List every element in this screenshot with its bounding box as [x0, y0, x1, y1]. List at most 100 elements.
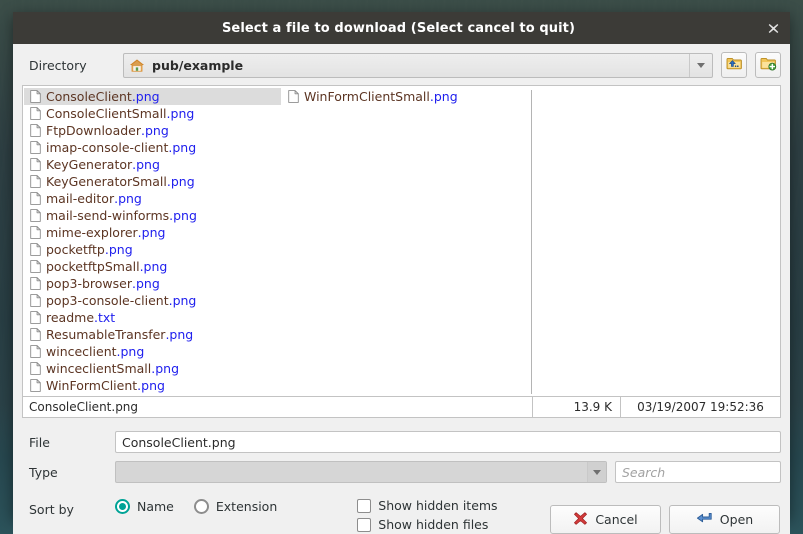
file-icon — [30, 379, 41, 392]
file-list-item[interactable]: pocketftpSmall.png — [24, 258, 281, 275]
file-icon — [30, 107, 41, 120]
dialog-button-group: Cancel Open — [550, 494, 781, 534]
new-folder-button[interactable] — [755, 52, 781, 78]
file-name: pop3-browser — [46, 276, 132, 291]
file-icon — [30, 209, 41, 222]
file-name: WinFormClientSmall — [304, 89, 430, 104]
cancel-button[interactable]: Cancel — [550, 505, 661, 534]
chevron-down-icon — [697, 63, 705, 68]
type-combobox[interactable] — [115, 461, 607, 483]
file-list-item[interactable]: pop3-browser.png — [24, 275, 281, 292]
checkbox-indicator — [357, 499, 371, 513]
directory-label: Directory — [22, 58, 115, 73]
file-icon — [288, 90, 299, 103]
directory-dropdown-button[interactable] — [689, 54, 712, 77]
file-extension: .png — [167, 106, 195, 121]
file-list-item[interactable]: mime-explorer.png — [24, 224, 281, 241]
file-icon — [30, 192, 41, 205]
file-extension: .png — [167, 174, 195, 189]
open-button-label: Open — [720, 512, 753, 527]
status-strip: ConsoleClient.png 13.9 K 03/19/2007 19:5… — [22, 396, 781, 418]
file-list-item[interactable]: readme.txt — [24, 309, 281, 326]
file-list-item[interactable]: pop3-console-client.png — [24, 292, 281, 309]
file-list-column-1: ConsoleClient.pngConsoleClientSmall.pngF… — [23, 88, 281, 396]
file-extension: .png — [430, 89, 458, 104]
status-filesize: 13.9 K — [533, 396, 621, 418]
file-name: pocketftp — [46, 242, 105, 257]
enter-arrow-icon — [696, 511, 713, 529]
file-list-item[interactable]: KeyGeneratorSmall.png — [24, 173, 281, 190]
file-list-item[interactable]: winceclientSmall.png — [24, 360, 281, 377]
column-separator — [531, 90, 532, 394]
file-row: File ConsoleClient.png — [13, 418, 790, 457]
open-button[interactable]: Open — [669, 505, 780, 534]
dialog-title: Select a file to download (Select cancel… — [13, 21, 756, 36]
file-name: mime-explorer — [46, 225, 138, 240]
sort-radio-name[interactable]: Name — [115, 499, 174, 514]
file-icon — [30, 328, 41, 341]
directory-combobox[interactable]: pub/example — [123, 53, 713, 78]
file-icon — [30, 158, 41, 171]
close-button[interactable] — [756, 12, 790, 44]
sort-radio-group: Name Extension — [115, 494, 277, 514]
file-name: KeyGeneratorSmall — [46, 174, 167, 189]
checkbox-show-hidden-files[interactable]: Show hidden files — [357, 515, 497, 534]
file-icon — [30, 243, 41, 256]
status-modified-date: 03/19/2007 19:52:36 — [621, 396, 781, 418]
file-name: ResumableTransfer — [46, 327, 165, 342]
folder-new-icon — [760, 56, 777, 74]
file-list-item[interactable]: WinFormClient.png — [24, 377, 281, 394]
close-icon — [767, 22, 780, 35]
file-extension: .png — [137, 378, 165, 393]
search-placeholder: Search — [622, 465, 665, 480]
file-icon — [30, 124, 41, 137]
sort-radio-extension[interactable]: Extension — [194, 499, 277, 514]
file-icon — [30, 294, 41, 307]
checkbox-label: Show hidden files — [378, 517, 488, 532]
file-extension: .png — [114, 191, 142, 206]
file-extension: .txt — [94, 310, 115, 325]
file-list-item[interactable]: ConsoleClient.png — [24, 88, 281, 105]
file-name: winceclient — [46, 344, 117, 359]
file-name: imap-console-client — [46, 140, 168, 155]
parent-directory-button[interactable] — [721, 52, 747, 78]
file-list-panel[interactable]: ConsoleClient.pngConsoleClientSmall.pngF… — [22, 85, 781, 396]
file-extension: .png — [169, 208, 197, 223]
sort-by-label: Sort by — [22, 494, 115, 517]
file-list-item[interactable]: FtpDownloader.png — [24, 122, 281, 139]
file-list-item[interactable]: ConsoleClientSmall.png — [24, 105, 281, 122]
radio-indicator — [194, 499, 209, 514]
file-extension: .png — [105, 242, 133, 257]
file-list-item[interactable]: imap-console-client.png — [24, 139, 281, 156]
file-name: WinFormClient — [46, 378, 137, 393]
cancel-button-label: Cancel — [595, 512, 637, 527]
file-list-item[interactable]: mail-send-winforms.png — [24, 207, 281, 224]
chevron-down-icon — [593, 470, 601, 475]
file-extension: .png — [138, 225, 166, 240]
file-extension: .png — [132, 276, 160, 291]
file-extension: .png — [151, 361, 179, 376]
file-list-item[interactable]: WinFormClientSmall.png — [282, 88, 539, 105]
file-icon — [30, 226, 41, 239]
file-name: winceclientSmall — [46, 361, 151, 376]
file-name: FtpDownloader — [46, 123, 141, 138]
file-name: readme — [46, 310, 94, 325]
file-list-item[interactable]: winceclient.png — [24, 343, 281, 360]
file-list-item[interactable]: pocketftp.png — [24, 241, 281, 258]
file-list-item[interactable]: ResumableTransfer.png — [24, 326, 281, 343]
file-extension: .png — [117, 344, 145, 359]
type-label: Type — [22, 465, 115, 480]
file-list-item[interactable]: KeyGenerator.png — [24, 156, 281, 173]
file-icon — [30, 90, 41, 103]
type-dropdown-button[interactable] — [587, 462, 606, 482]
file-icon — [30, 277, 41, 290]
file-label: File — [22, 435, 115, 450]
checkbox-indicator — [357, 518, 371, 532]
file-list-column-2: WinFormClientSmall.png — [281, 88, 539, 396]
search-input[interactable]: Search — [615, 461, 781, 483]
file-icon — [30, 345, 41, 358]
file-list-item[interactable]: mail-editor.png — [24, 190, 281, 207]
file-input[interactable]: ConsoleClient.png — [115, 431, 781, 453]
checkbox-show-hidden-items[interactable]: Show hidden items — [357, 496, 497, 515]
checkbox-label: Show hidden items — [378, 498, 497, 513]
